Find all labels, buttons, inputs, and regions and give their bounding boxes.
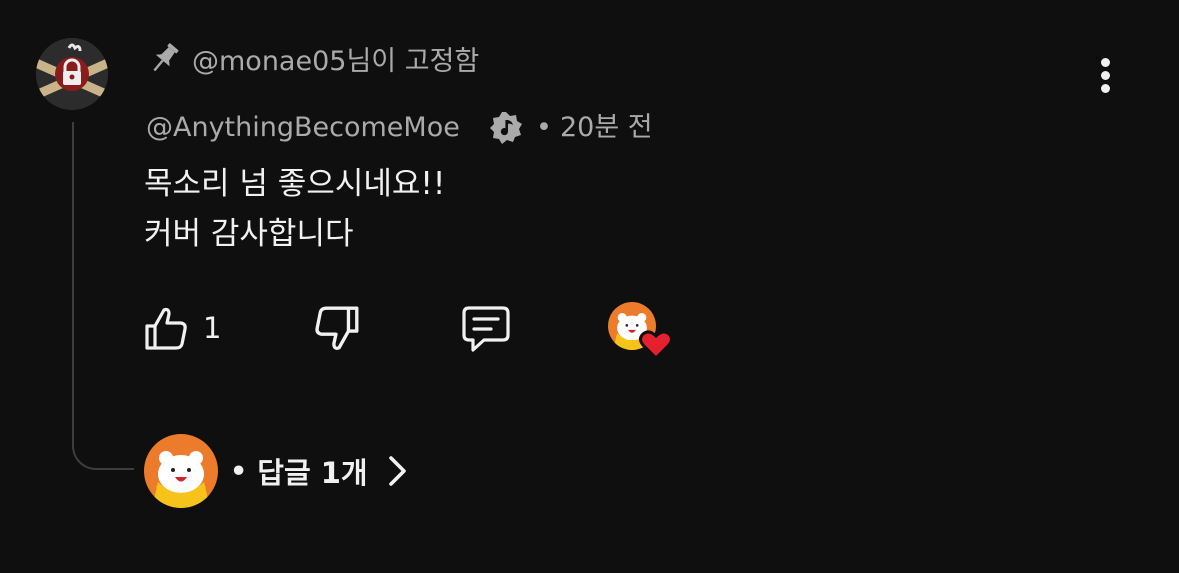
thumbs-up-icon — [145, 307, 187, 350]
replies-separator: • — [230, 455, 248, 487]
pinned-by-label: @monae05님이 고정함 — [192, 46, 480, 77]
thumbs-down-icon — [315, 306, 359, 350]
comment-author[interactable]: @AnythingBecomeMoe — [146, 110, 460, 146]
heart-icon — [639, 328, 673, 361]
like-button[interactable] — [142, 304, 190, 352]
more-actions-button[interactable] — [1088, 54, 1124, 98]
avatar-image — [36, 38, 108, 110]
dislike-button[interactable] — [312, 304, 362, 354]
reply-button[interactable] — [460, 304, 512, 354]
more-vertical-icon — [1101, 58, 1110, 67]
comment-timestamp[interactable]: 20분 전 — [560, 110, 653, 146]
meta-separator: • — [536, 112, 552, 143]
commenter-avatar[interactable] — [36, 38, 108, 110]
like-count: 1 — [203, 311, 222, 345]
creator-heart-badge — [608, 302, 673, 362]
music-note-badge-icon — [488, 110, 524, 146]
comment-text-line-1: 목소리 넘 좋으시네요!! — [144, 166, 446, 202]
replies-count-label: 답글 1개 — [257, 456, 368, 490]
chevron-right-icon — [388, 456, 406, 486]
comment-text-line-2: 커버 감사합니다 — [144, 216, 354, 252]
thread-connector-line — [72, 122, 134, 470]
view-replies-button[interactable]: • 답글 1개 — [226, 449, 412, 493]
reply-author-avatar — [144, 434, 218, 508]
pin-icon — [146, 40, 182, 78]
comment-icon — [462, 306, 510, 352]
